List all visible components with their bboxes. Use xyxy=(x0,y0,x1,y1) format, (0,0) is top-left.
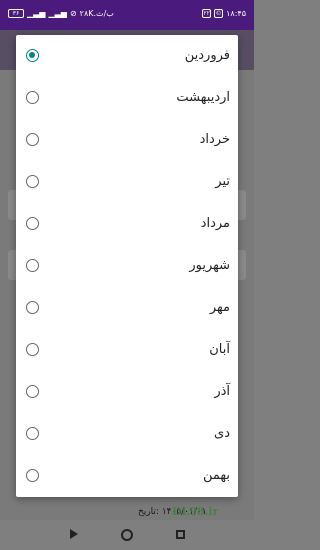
month-label: تیر xyxy=(215,174,230,189)
cast-icon: © xyxy=(214,9,224,18)
month-option[interactable]: مرداد xyxy=(16,203,238,245)
month-option[interactable]: آبان xyxy=(16,329,238,371)
month-label: مهر xyxy=(209,300,230,315)
wifi-off-icon: ⊘ xyxy=(69,9,77,18)
month-label: مرداد xyxy=(200,216,230,231)
radio-button[interactable] xyxy=(26,343,39,356)
radio-button[interactable] xyxy=(26,217,39,230)
month-option[interactable]: فروردین xyxy=(16,35,238,77)
month-option[interactable]: بهمن xyxy=(16,455,238,497)
home-icon[interactable] xyxy=(121,529,133,541)
radio-button[interactable] xyxy=(26,133,39,146)
month-label: خرداد xyxy=(199,132,230,147)
navigation-bar xyxy=(0,520,254,550)
watermark: DL98.ir xyxy=(172,505,219,518)
recent-apps-icon[interactable] xyxy=(176,530,185,539)
signal-icon-2: ▁▃▅ xyxy=(48,9,67,18)
month-label: آذر xyxy=(214,384,230,399)
radio-button[interactable] xyxy=(26,427,39,440)
month-option[interactable]: اردیبهشت xyxy=(16,77,238,119)
month-label: دی xyxy=(214,426,230,441)
month-label: آبان xyxy=(209,342,230,357)
radio-button[interactable] xyxy=(26,301,39,314)
notification-badge: ۲۲ xyxy=(202,9,212,18)
month-label: بهمن xyxy=(202,468,230,483)
month-option[interactable]: دی xyxy=(16,413,238,455)
month-option[interactable]: خرداد xyxy=(16,119,238,161)
battery-icon: ۳۶ xyxy=(8,9,24,18)
radio-button[interactable] xyxy=(26,91,39,104)
month-option[interactable]: آذر xyxy=(16,371,238,413)
month-label: فروردین xyxy=(184,48,230,63)
network-speed: ۲۸K.ب/ث xyxy=(79,9,114,18)
month-option[interactable]: شهریور xyxy=(16,245,238,287)
radio-button[interactable] xyxy=(26,175,39,188)
status-bar: ۳۶ ▁▃▅ ▁▃▅ ⊘ ۲۸K.ب/ث ۲۲ © ۱۸:۴۵ xyxy=(0,0,254,30)
radio-button[interactable] xyxy=(26,469,39,482)
radio-button[interactable] xyxy=(26,49,39,62)
status-left: ۳۶ ▁▃▅ ▁▃▅ ⊘ ۲۸K.ب/ث xyxy=(8,9,114,18)
month-option[interactable]: مهر xyxy=(16,287,238,329)
signal-icon: ▁▃▅ xyxy=(27,9,46,18)
back-icon[interactable] xyxy=(70,529,78,539)
clock: ۱۸:۴۵ xyxy=(226,9,246,18)
month-label: شهریور xyxy=(189,258,230,273)
radio-button[interactable] xyxy=(26,385,39,398)
month-label: اردیبهشت xyxy=(176,90,230,105)
status-right: ۲۲ © ۱۸:۴۵ xyxy=(202,9,246,18)
radio-button[interactable] xyxy=(26,259,39,272)
month-option[interactable]: تیر xyxy=(16,161,238,203)
month-picker-dialog: فروردین اردیبهشت خرداد تیر مرداد شهریور مهر آبا… xyxy=(16,35,238,497)
